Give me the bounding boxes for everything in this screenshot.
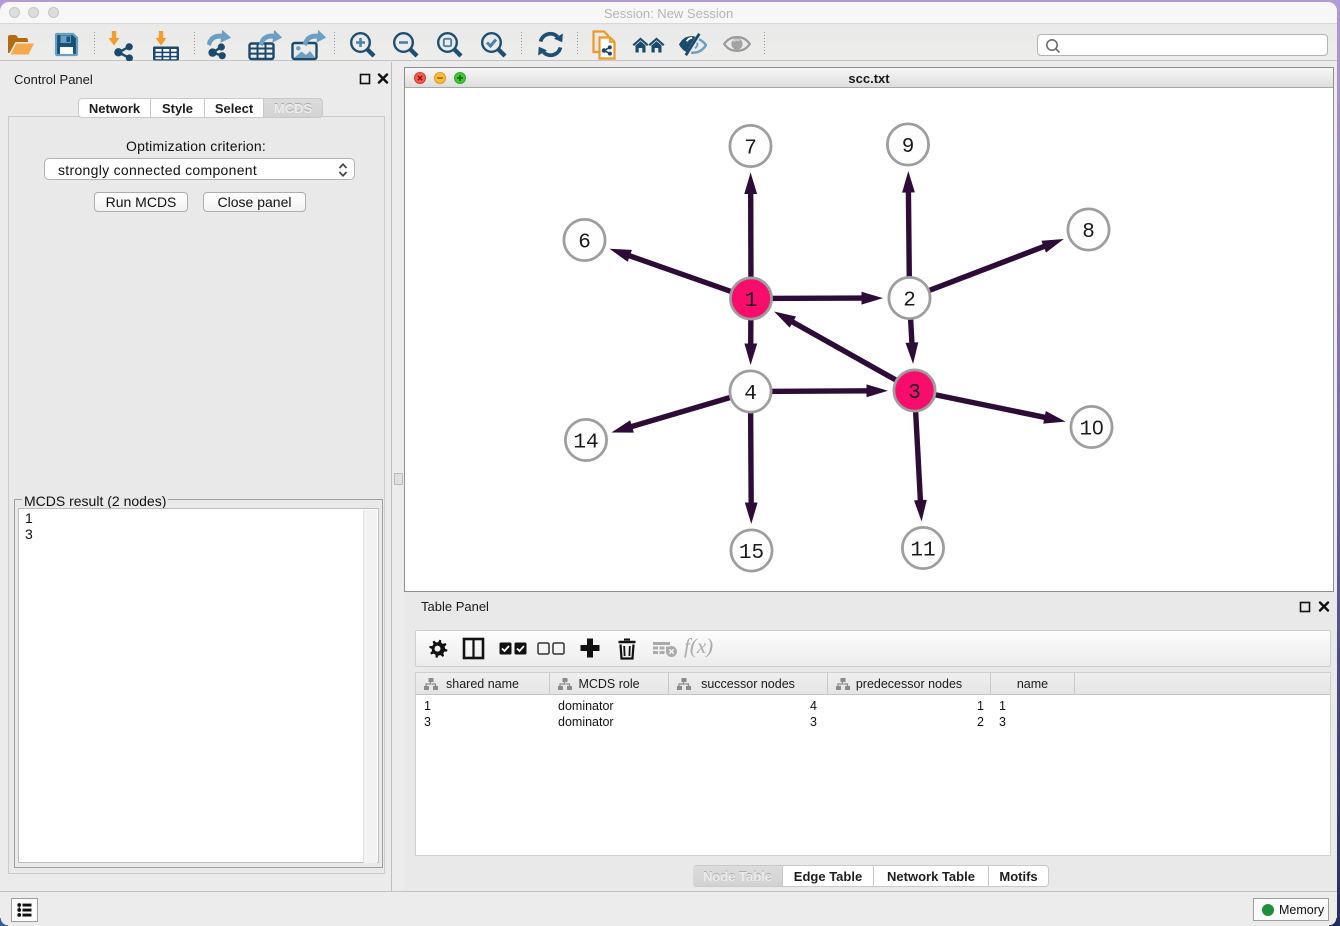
svg-text:11: 11 <box>910 539 935 562</box>
svg-text:2: 2 <box>903 289 916 312</box>
svg-text:7: 7 <box>744 137 757 160</box>
svg-text:15: 15 <box>739 542 764 565</box>
svg-text:1: 1 <box>745 290 758 313</box>
svg-text:4: 4 <box>744 383 757 406</box>
svg-text:14: 14 <box>573 431 598 454</box>
svg-text:9: 9 <box>902 136 915 159</box>
svg-text:3: 3 <box>908 382 921 405</box>
svg-text:8: 8 <box>1082 221 1095 244</box>
svg-text:6: 6 <box>578 231 591 254</box>
svg-text:10: 10 <box>1079 416 1103 441</box>
